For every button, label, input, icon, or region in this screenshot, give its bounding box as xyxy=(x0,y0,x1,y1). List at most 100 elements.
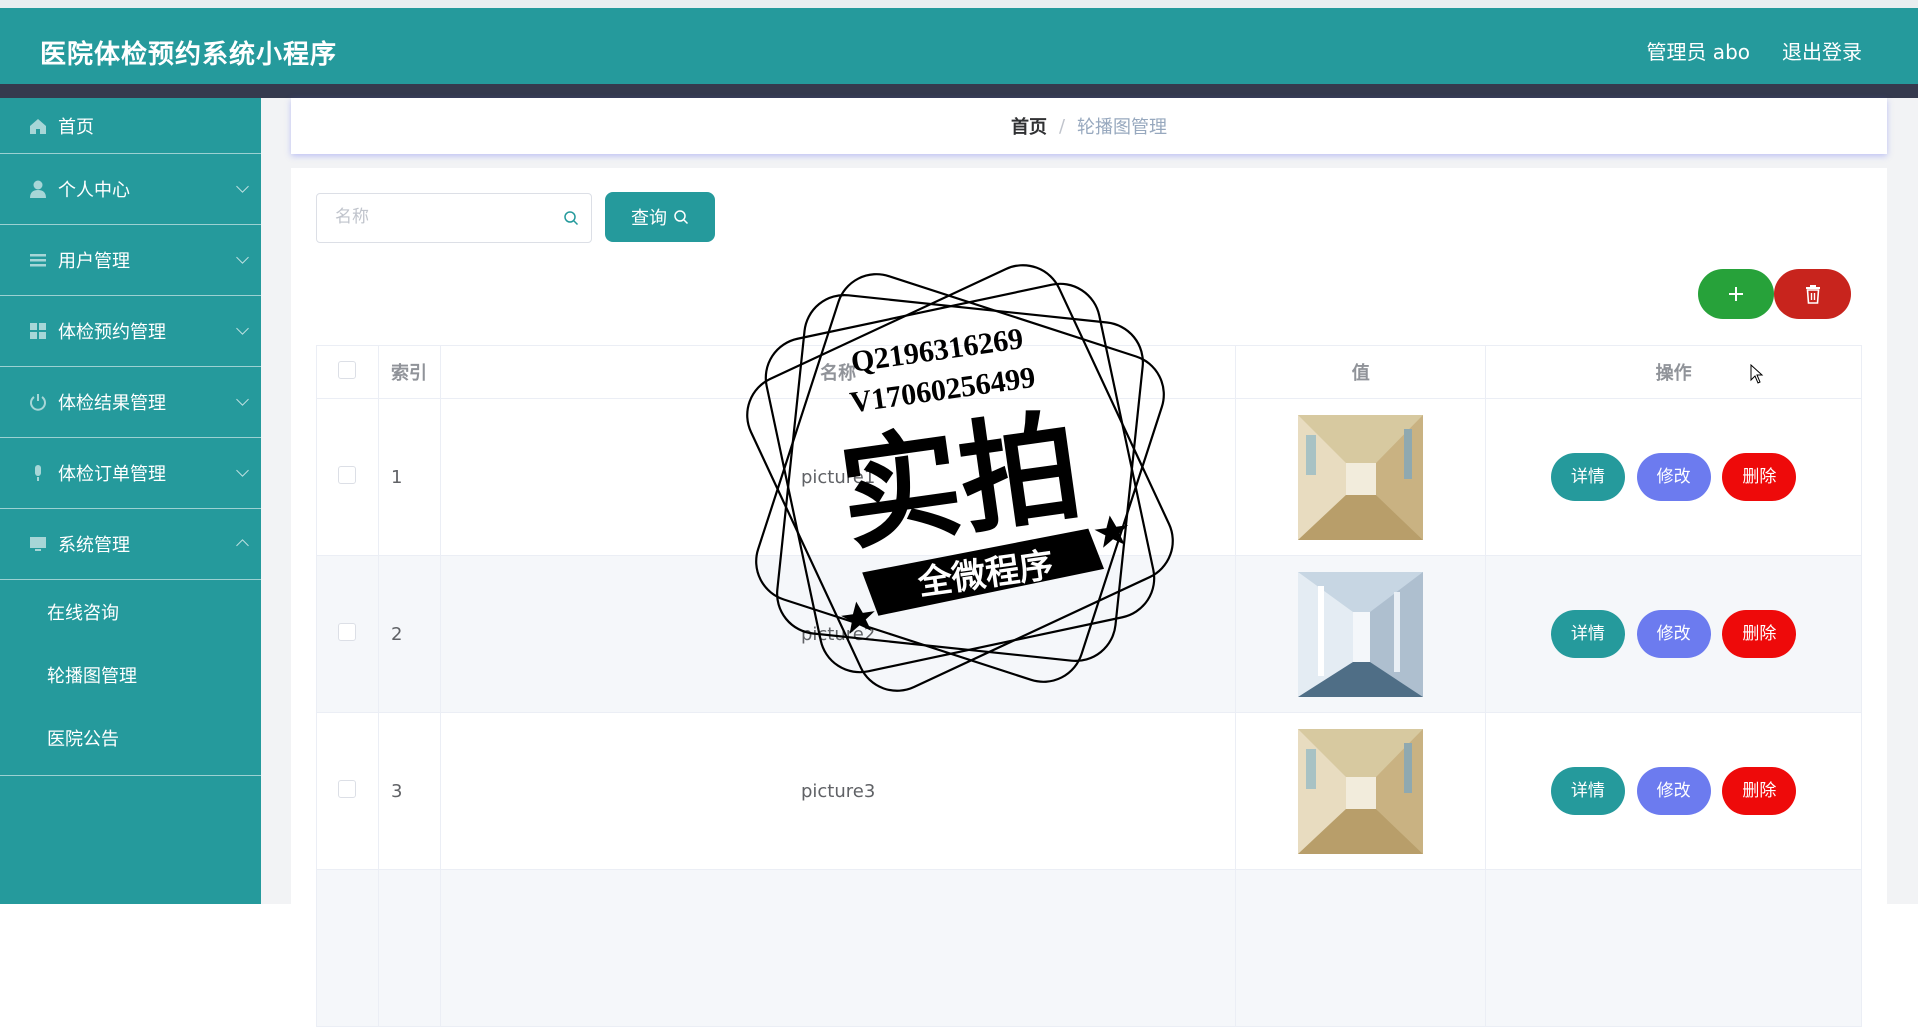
sidebar-item-label: 体检预约管理 xyxy=(58,322,166,343)
trash-icon xyxy=(1805,285,1820,304)
row-checkbox-cell xyxy=(316,555,379,713)
table-header-row: 索引 名称 值 操作 xyxy=(316,345,1862,399)
search-field xyxy=(316,193,592,243)
breadcrumb-current: 轮播图管理 xyxy=(1077,117,1168,138)
app-title: 医院体检预约系统小程序 xyxy=(40,40,338,70)
batch-delete-button[interactable] xyxy=(1774,269,1851,319)
row-actions: 详情 修改 删除 xyxy=(1485,398,1862,556)
breadcrumb: 首页 / 轮播图管理 xyxy=(291,98,1887,154)
sidebar-item-label: 系统管理 xyxy=(58,535,130,556)
monitor-icon xyxy=(30,537,46,551)
detail-button[interactable]: 详情 xyxy=(1550,453,1625,501)
sidebar-item-label: 首页 xyxy=(58,116,94,138)
header-actions: 操作 xyxy=(1485,345,1862,399)
search-icon xyxy=(674,210,689,225)
corridor-image xyxy=(1298,571,1424,697)
row-actions: 详情 修改 删除 xyxy=(1485,712,1862,870)
row-value-cell xyxy=(1235,398,1487,556)
list-icon xyxy=(30,254,46,267)
top-header: 医院体检预约系统小程序 管理员 abo 退出登录 xyxy=(0,0,1918,84)
content-card: 查询 索引 名称 值 操作 1 pi xyxy=(291,168,1887,1027)
sidebar-item-label: 个人中心 xyxy=(58,180,130,201)
header-checkbox-cell xyxy=(316,345,379,399)
row-value-cell xyxy=(1235,712,1487,870)
breadcrumb-home[interactable]: 首页 xyxy=(1011,113,1047,139)
detail-button[interactable]: 详情 xyxy=(1550,610,1625,658)
row-name: picture3 xyxy=(439,712,1237,870)
sidebar: 首页 个人中心 用户管理 体检预约管理 体检结果管理 体检订单管理 系统管理 在… xyxy=(0,98,261,904)
grid-icon xyxy=(30,323,46,339)
row-index: 2 xyxy=(377,555,441,713)
sidebar-item-online-consult[interactable]: 在线咨询 xyxy=(0,580,261,643)
power-icon xyxy=(30,394,46,411)
sidebar-item-order-management[interactable]: 体检订单管理 xyxy=(0,438,261,509)
header-value: 值 xyxy=(1235,345,1487,399)
header-divider-bar xyxy=(0,84,1918,98)
delete-button[interactable]: 删除 xyxy=(1722,610,1797,658)
admin-label: 管理员 abo xyxy=(1646,40,1750,64)
row-actions xyxy=(1485,869,1862,1027)
row-value-cell xyxy=(1235,555,1487,713)
row-value-cell xyxy=(1235,869,1487,1027)
edit-button[interactable]: 修改 xyxy=(1636,610,1711,658)
header-index: 索引 xyxy=(377,345,441,399)
main-area: 首页 / 轮播图管理 查询 索引 名称 值 操作 xyxy=(261,98,1918,1027)
sidebar-item-user-management[interactable]: 用户管理 xyxy=(0,225,261,296)
row-checkbox[interactable] xyxy=(338,622,357,641)
row-checkbox[interactable] xyxy=(338,465,357,484)
chevron-down-icon xyxy=(236,393,249,406)
hallway-image xyxy=(1298,414,1424,540)
row-checkbox-cell xyxy=(316,712,379,870)
table-row: 1 picture1 详情 修改 删除 xyxy=(316,398,1862,556)
carousel-table: 索引 名称 值 操作 1 picture1 详情 修改 删除 2 picture… xyxy=(316,345,1862,1027)
hallway-image xyxy=(1298,728,1424,854)
user-icon xyxy=(30,180,46,198)
sidebar-item-label: 体检结果管理 xyxy=(58,393,166,414)
query-button[interactable]: 查询 xyxy=(605,192,715,242)
detail-button[interactable]: 详情 xyxy=(1550,767,1625,815)
row-name: picture1 xyxy=(439,398,1237,556)
select-all-checkbox[interactable] xyxy=(338,360,357,379)
sidebar-item-system-management[interactable]: 系统管理 xyxy=(0,509,261,580)
sidebar-item-appointment-management[interactable]: 体检预约管理 xyxy=(0,296,261,367)
plus-icon xyxy=(1729,287,1743,301)
table-row xyxy=(316,869,1862,1027)
chevron-down-icon xyxy=(236,251,249,264)
row-actions: 详情 修改 删除 xyxy=(1485,555,1862,713)
row-name: picture2 xyxy=(439,555,1237,713)
row-checkbox-cell xyxy=(316,398,379,556)
row-checkbox-cell xyxy=(316,869,379,1027)
sidebar-item-personal-center[interactable]: 个人中心 xyxy=(0,154,261,225)
chevron-up-icon xyxy=(236,539,249,552)
edit-button[interactable]: 修改 xyxy=(1636,453,1711,501)
table-row: 3 picture3 详情 修改 删除 xyxy=(316,712,1862,870)
chevron-down-icon xyxy=(236,464,249,477)
search-icon xyxy=(564,211,579,226)
row-index: 3 xyxy=(377,712,441,870)
delete-button[interactable]: 删除 xyxy=(1722,767,1797,815)
sidebar-item-carousel-management[interactable]: 轮播图管理 xyxy=(0,643,261,706)
breadcrumb-separator: / xyxy=(1058,115,1066,137)
sidebar-item-label: 用户管理 xyxy=(58,251,130,272)
sidebar-item-home[interactable]: 首页 xyxy=(0,98,261,154)
delete-button[interactable]: 删除 xyxy=(1722,453,1797,501)
system-submenu: 在线咨询 轮播图管理 医院公告 xyxy=(0,580,261,776)
chevron-down-icon xyxy=(236,180,249,193)
search-input[interactable] xyxy=(317,194,547,240)
row-index xyxy=(377,869,441,1027)
chevron-down-icon xyxy=(236,322,249,335)
sidebar-item-hospital-notice[interactable]: 医院公告 xyxy=(0,706,261,769)
add-button[interactable] xyxy=(1698,269,1774,319)
home-icon xyxy=(30,118,46,134)
logout-link[interactable]: 退出登录 xyxy=(1782,36,1862,65)
table-row: 2 picture2 详情 修改 删除 xyxy=(316,555,1862,713)
edit-button[interactable]: 修改 xyxy=(1636,767,1711,815)
row-checkbox[interactable] xyxy=(338,779,357,798)
mic-icon xyxy=(35,465,41,481)
sidebar-item-result-management[interactable]: 体检结果管理 xyxy=(0,367,261,438)
row-index: 1 xyxy=(377,398,441,556)
header-name: 名称 xyxy=(439,345,1237,399)
row-name xyxy=(439,869,1237,1027)
query-button-label: 查询 xyxy=(631,208,667,229)
sidebar-item-label: 体检订单管理 xyxy=(58,464,166,485)
